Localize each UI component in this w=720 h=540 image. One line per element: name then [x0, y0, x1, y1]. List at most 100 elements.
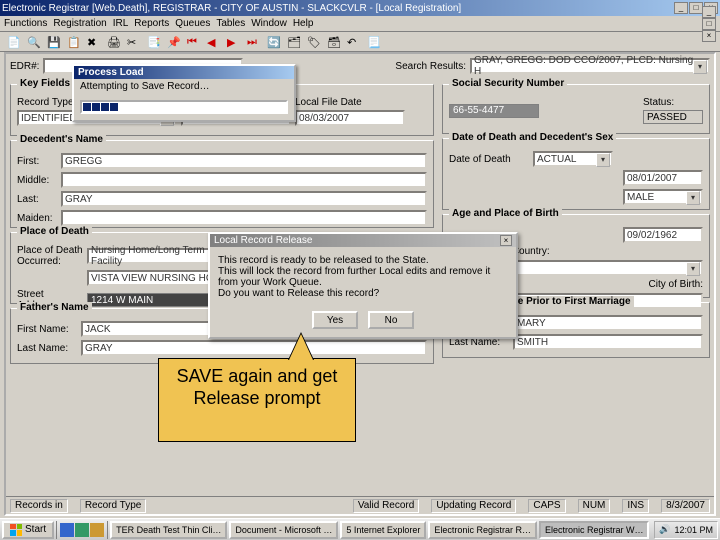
release-dialog-close-icon[interactable]: ×	[500, 235, 512, 246]
release-dialog-body: This record is ready to be released to t…	[210, 247, 516, 307]
status-updating: Updating Record	[431, 499, 516, 513]
pod-place-label: Place of Death Occurred:	[17, 245, 83, 267]
menu-irl[interactable]: IRL	[113, 18, 129, 29]
process-load-msg: Attempting to Save Record…	[74, 79, 294, 94]
middle-label: Middle:	[17, 175, 57, 186]
nav-prev-icon[interactable]: ◀	[204, 34, 222, 50]
system-tray: 🔊 12:01 PM	[654, 521, 718, 539]
task-item-3[interactable]: Electronic Registrar R…	[428, 521, 537, 539]
menu-functions[interactable]: Functions	[4, 18, 47, 29]
tool-tree-icon[interactable]: 🗂	[284, 34, 302, 50]
tool-search-icon[interactable]: 🔍	[24, 34, 42, 50]
tool-refresh-icon[interactable]: 🔄	[264, 34, 282, 50]
task-item-1[interactable]: Document - Microsoft …	[229, 521, 338, 539]
tool-saveplus-icon[interactable]: 📋	[64, 34, 82, 50]
mdi-window-controls: _ □ ×	[702, 6, 716, 42]
start-label: Start	[25, 524, 46, 535]
release-dialog-buttons: Yes No	[210, 307, 516, 337]
start-button[interactable]: Start	[2, 521, 54, 539]
release-dialog: Local Record Release × This record is re…	[208, 232, 518, 339]
decedent-name-group: Decedent's Name First: GREGG Middle: Las…	[10, 140, 434, 228]
ssn-status-label: Status:	[643, 97, 703, 108]
father-first-label: First Name:	[17, 324, 77, 335]
tool-print-icon[interactable]: 🖨	[104, 34, 122, 50]
menu-help[interactable]: Help	[293, 18, 314, 29]
annotation-callout: SAVE again and get Release prompt	[158, 358, 356, 442]
tool-save-icon[interactable]: 💾	[44, 34, 62, 50]
ql-icon-3[interactable]	[90, 523, 104, 537]
local-file-date-field[interactable]: 08/03/2007	[295, 110, 405, 126]
callout-text: SAVE again and get Release prompt	[169, 365, 345, 409]
task-item-4[interactable]: Electronic Registrar W…	[539, 521, 650, 539]
search-results-select[interactable]: GRAY, GREGG: DOD CCO/2007, PLCD: Nursing…	[470, 58, 710, 74]
app-titlebar: Electronic Registrar [Web.Death], REGIST…	[0, 0, 720, 16]
dob-field[interactable]: 09/02/1962	[623, 227, 703, 243]
dod-date-field[interactable]: 08/01/2007	[623, 170, 703, 186]
tool-paste-icon[interactable]: 📌	[164, 34, 182, 50]
form-statusbar: Records in Record Type Valid Record Upda…	[6, 496, 714, 514]
pod-legend: Place of Death	[17, 226, 92, 237]
status-valid: Valid Record	[353, 499, 420, 513]
tool-new-icon[interactable]: 📄	[4, 34, 22, 50]
windows-flag-icon	[10, 524, 22, 536]
mother-first-field[interactable]: MARY	[513, 315, 703, 331]
menu-queues[interactable]: Queues	[175, 18, 210, 29]
menu-registration[interactable]: Registration	[53, 18, 106, 29]
father-last-field[interactable]: GRAY	[81, 340, 427, 356]
local-file-date-label: Local File Date	[295, 97, 405, 108]
maiden-field[interactable]	[61, 210, 427, 226]
release-line3: Do you want to Release this record?	[218, 288, 508, 299]
mother-last-field[interactable]: SMITH	[513, 334, 703, 350]
ql-icon-1[interactable]	[60, 523, 74, 537]
task-item-2[interactable]: 5 Internet Explorer	[340, 521, 426, 539]
tool-doc-icon[interactable]: 📃	[364, 34, 382, 50]
tray-icon[interactable]: 🔊	[659, 524, 670, 535]
mdi-minimize-button[interactable]: _	[702, 6, 716, 18]
dod-legend: Date of Death and Decedent's Sex	[449, 132, 616, 143]
tray-time: 12:01 PM	[674, 525, 713, 535]
ssn-status-value: PASSED	[643, 110, 703, 124]
menu-reports[interactable]: Reports	[134, 18, 169, 29]
search-results-label: Search Results:	[395, 61, 466, 72]
menu-tables[interactable]: Tables	[216, 18, 245, 29]
maiden-label: Maiden:	[17, 213, 57, 224]
status-num: NUM	[578, 499, 611, 513]
task-item-0[interactable]: TER Death Test Thin Cli…	[110, 521, 227, 539]
status-recordtype: Record Type	[80, 499, 147, 513]
nav-next-icon[interactable]: ▶	[224, 34, 242, 50]
minimize-button[interactable]: _	[674, 2, 688, 14]
maximize-button[interactable]: □	[689, 2, 703, 14]
ssn-group: Social Security Number 66-55-4477 Status…	[442, 84, 710, 134]
ssn-field: 66-55-4477	[449, 104, 539, 118]
nav-last-icon[interactable]: ⏭	[244, 34, 262, 50]
last-field[interactable]: GRAY	[61, 191, 427, 207]
tool-card-icon[interactable]: 🗃	[324, 34, 342, 50]
first-field[interactable]: GREGG	[61, 153, 427, 169]
tool-cut-icon[interactable]: ✂	[124, 34, 142, 50]
menu-window[interactable]: Window	[251, 18, 287, 29]
decedent-legend: Decedent's Name	[17, 134, 106, 145]
tool-copy-icon[interactable]: 📑	[144, 34, 162, 50]
father-legend: Father's Name	[17, 302, 92, 313]
dod-type-select[interactable]: ACTUAL	[533, 151, 613, 167]
father-last-label: Last Name:	[17, 343, 77, 354]
nav-first-icon[interactable]: ⏮	[184, 34, 202, 50]
release-dialog-titlebar: Local Record Release ×	[210, 234, 516, 247]
release-no-button[interactable]: No	[368, 311, 414, 329]
status-recordsin: Records in	[10, 499, 68, 513]
taskbar: Start TER Death Test Thin Cli… Document …	[0, 518, 720, 540]
release-yes-button[interactable]: Yes	[312, 311, 358, 329]
tool-delete-icon[interactable]: ✖	[84, 34, 102, 50]
tool-tag-icon[interactable]: 🏷	[304, 34, 322, 50]
mdi-close-button[interactable]: ×	[702, 30, 716, 42]
ql-icon-2[interactable]	[75, 523, 89, 537]
release-line1: This record is ready to be released to t…	[218, 255, 508, 266]
sex-select[interactable]: MALE	[623, 189, 703, 205]
release-dialog-title: Local Record Release	[214, 235, 312, 246]
middle-field[interactable]	[61, 172, 427, 188]
mdi-maximize-button[interactable]: □	[702, 18, 716, 30]
last-label: Last:	[17, 194, 57, 205]
dod-label: Date of Death	[449, 154, 529, 165]
tool-undo-icon[interactable]: ↶	[344, 34, 362, 50]
status-date: 8/3/2007	[661, 499, 710, 513]
